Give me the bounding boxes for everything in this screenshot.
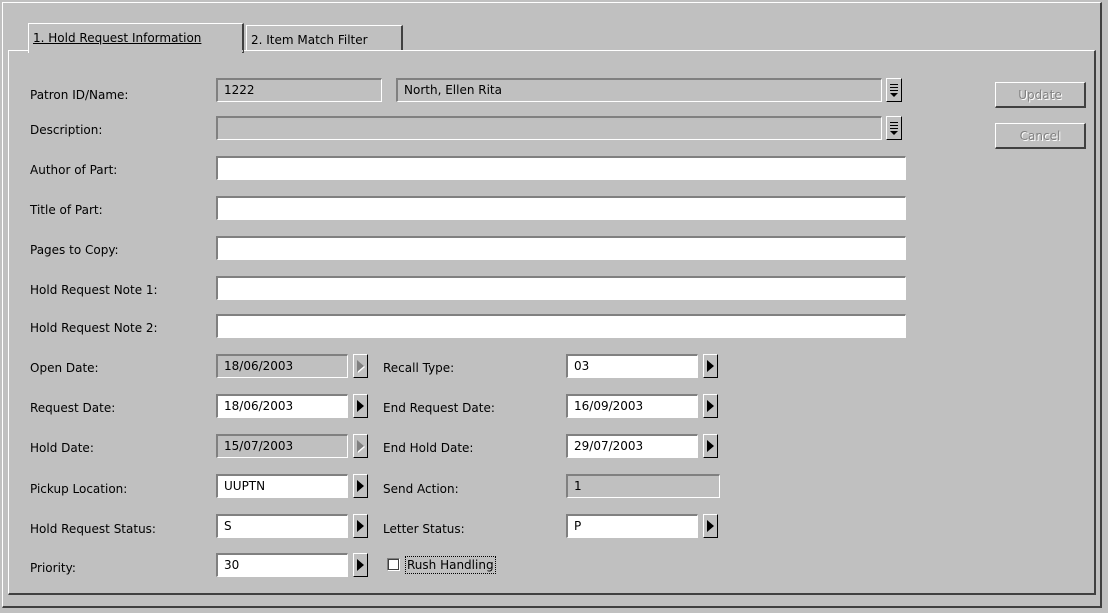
cancel-button[interactable]: Cancel (995, 123, 1086, 149)
status-arrow[interactable] (353, 514, 368, 538)
rush-handling-label[interactable]: Rush Handling (405, 556, 496, 574)
patron-label: Patron ID/Name: (30, 88, 129, 102)
hold-date-label: Hold Date: (30, 441, 94, 455)
tab-join (29, 50, 243, 52)
end-request-date-arrow[interactable] (703, 394, 718, 418)
open-date-label: Open Date: (30, 361, 99, 375)
arrow-right-icon (707, 440, 714, 452)
title-field[interactable] (216, 196, 906, 220)
priority-field[interactable]: 30 (216, 553, 348, 577)
request-date-arrow[interactable] (353, 394, 368, 418)
priority-label: Priority: (30, 561, 76, 575)
pickup-label: Pickup Location: (30, 482, 128, 496)
tab-label: 1. Hold Request Information (33, 31, 202, 45)
tab-label: 2. Item Match Filter (251, 33, 368, 47)
recall-type-label: Recall Type: (383, 361, 455, 375)
letter-status-arrow[interactable] (703, 514, 718, 538)
update-button[interactable]: Update (995, 82, 1086, 108)
arrow-right-icon (707, 520, 714, 532)
arrow-right-icon (707, 400, 714, 412)
end-hold-date-label: End Hold Date: (383, 441, 474, 455)
pickup-arrow[interactable] (353, 474, 368, 498)
pickup-field[interactable]: UUPTN (216, 474, 348, 498)
note1-field[interactable] (216, 276, 906, 300)
status-label: Hold Request Status: (30, 522, 156, 536)
arrow-right-icon (357, 480, 364, 492)
request-date-label: Request Date: (30, 401, 116, 415)
patron-id-field: 1222 (216, 78, 382, 102)
tab-item-match-filter[interactable]: 2. Item Match Filter (246, 25, 403, 51)
patron-list-button[interactable] (886, 78, 902, 102)
arrow-right-icon (357, 440, 364, 452)
letter-status-label: Letter Status: (383, 522, 465, 536)
arrow-right-icon (707, 360, 714, 372)
hold-date-field: 15/07/2003 (216, 434, 348, 458)
note2-label: Hold Request Note 2: (30, 321, 158, 335)
arrow-right-icon (357, 520, 364, 532)
end-request-date-field[interactable]: 16/09/2003 (566, 394, 698, 418)
list-icon (890, 122, 898, 123)
description-list-button[interactable] (886, 116, 902, 140)
note1-label: Hold Request Note 1: (30, 283, 158, 297)
note2-field[interactable] (216, 314, 906, 338)
rush-handling-checkbox[interactable] (387, 558, 400, 571)
end-hold-date-field[interactable]: 29/07/2003 (566, 434, 698, 458)
patron-name-field: North, Ellen Rita (396, 78, 882, 102)
title-label: Title of Part: (30, 203, 103, 217)
open-date-field: 18/06/2003 (216, 354, 348, 378)
recall-type-arrow[interactable] (703, 354, 718, 378)
recall-type-field[interactable]: 03 (566, 354, 698, 378)
send-action-field: 1 (566, 474, 720, 498)
arrow-right-icon (357, 559, 364, 571)
end-hold-date-arrow[interactable] (703, 434, 718, 458)
list-icon (890, 84, 898, 85)
tab-hold-request-information[interactable]: 1. Hold Request Information (28, 23, 244, 53)
open-date-arrow (353, 354, 368, 378)
pages-label: Pages to Copy: (30, 243, 119, 257)
send-action-label: Send Action: (383, 482, 459, 496)
priority-arrow[interactable] (353, 553, 368, 577)
author-field[interactable] (216, 156, 906, 180)
status-field[interactable]: S (216, 514, 348, 538)
hold-date-arrow (353, 434, 368, 458)
author-label: Author of Part: (30, 163, 118, 177)
description-label: Description: (30, 123, 103, 137)
end-request-date-label: End Request Date: (383, 401, 495, 415)
arrow-right-icon (357, 360, 364, 372)
arrow-right-icon (357, 400, 364, 412)
request-date-field[interactable]: 18/06/2003 (216, 394, 348, 418)
description-field (216, 116, 882, 140)
letter-status-field[interactable]: P (566, 514, 698, 538)
pages-field[interactable] (216, 236, 906, 260)
